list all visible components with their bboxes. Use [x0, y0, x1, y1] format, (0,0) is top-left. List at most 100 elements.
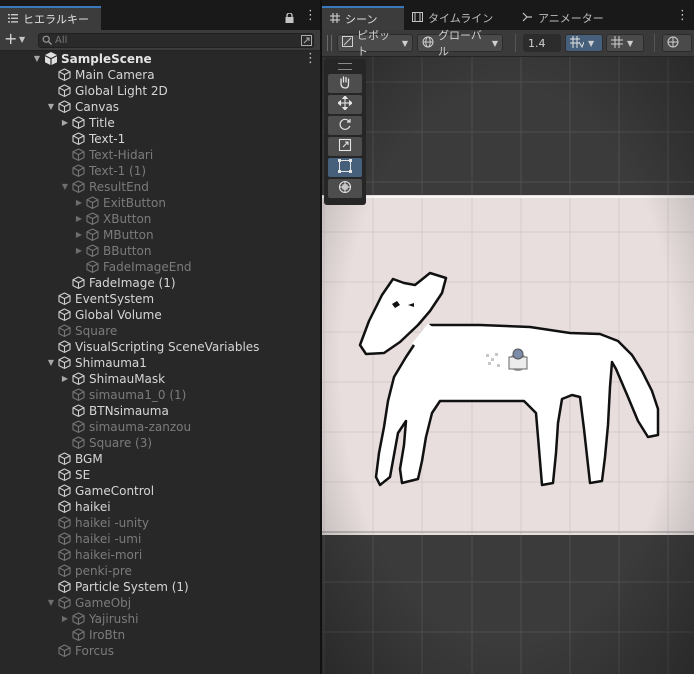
- hierarchy-item[interactable]: ▶ ShimauMask: [0, 371, 320, 387]
- hierarchy-item-label: VisualScripting SceneVariables: [75, 340, 260, 354]
- hierarchy-item[interactable]: BTNsimauma: [0, 403, 320, 419]
- gizmo-dropdown[interactable]: [662, 34, 692, 52]
- expand-arrow-right-icon[interactable]: ▶: [74, 214, 84, 223]
- hand-tool-icon: [338, 75, 352, 92]
- expand-arrow-right-icon[interactable]: ▶: [74, 230, 84, 239]
- hierarchy-menu-icon[interactable]: ⋮: [304, 9, 317, 22]
- hierarchy-item[interactable]: Text-Hidari: [0, 147, 320, 163]
- hierarchy-item[interactable]: ▶ ExitButton: [0, 195, 320, 211]
- hierarchy-item[interactable]: BGM: [0, 451, 320, 467]
- tab-animator[interactable]: アニメーター: [514, 6, 624, 30]
- tab-hierarchy[interactable]: ヒエラルキー: [0, 6, 101, 30]
- hierarchy-item-label: MButton: [103, 228, 154, 242]
- rect-tool-button[interactable]: [328, 158, 362, 177]
- hierarchy-item[interactable]: Global Light 2D: [0, 83, 320, 99]
- scene-viewport[interactable]: [322, 57, 694, 674]
- hierarchy-item-label: FadeImage (1): [89, 276, 176, 290]
- expand-arrow-down-icon[interactable]: ▼: [32, 54, 42, 63]
- hierarchy-item[interactable]: haikei -umi: [0, 531, 320, 547]
- hierarchy-item-label: Shimauma1: [75, 356, 147, 370]
- gameobject-cube-icon: [86, 260, 99, 273]
- hierarchy-item[interactable]: Text-1: [0, 131, 320, 147]
- grid-snap-toggle[interactable]: ▼: [565, 34, 603, 52]
- gameobject-cube-icon: [58, 340, 71, 353]
- rotate-tool-button[interactable]: [328, 116, 362, 135]
- globe-icon: [422, 36, 434, 51]
- hierarchy-item[interactable]: ▶ Yajirushi: [0, 611, 320, 627]
- add-button[interactable]: +: [4, 31, 17, 47]
- scene-menu-icon[interactable]: ⋮: [676, 9, 689, 22]
- gameobject-cube-icon: [72, 164, 85, 177]
- hierarchy-item[interactable]: Particle System (1): [0, 579, 320, 595]
- hierarchy-item[interactable]: ▶ BButton: [0, 243, 320, 259]
- expand-arrow-down-icon[interactable]: ▼: [46, 358, 56, 367]
- hierarchy-item[interactable]: ▼ ResultEnd: [0, 179, 320, 195]
- search-input[interactable]: [55, 34, 295, 47]
- hierarchy-item[interactable]: penki-pre: [0, 563, 320, 579]
- pivot-dropdown[interactable]: ピボット ▼: [337, 29, 413, 58]
- expand-arrow-down-icon[interactable]: ▼: [60, 182, 70, 191]
- expand-arrow-right-icon[interactable]: ▶: [74, 246, 84, 255]
- hierarchy-item[interactable]: Forcus: [0, 643, 320, 659]
- hierarchy-item[interactable]: ▼ Canvas: [0, 99, 320, 115]
- expand-arrow-right-icon[interactable]: ▶: [60, 374, 70, 383]
- hierarchy-item-label: SampleScene: [61, 52, 152, 66]
- hierarchy-item[interactable]: FadeImageEnd: [0, 259, 320, 275]
- hierarchy-item[interactable]: ▶ XButton: [0, 211, 320, 227]
- hierarchy-item[interactable]: haikei-mori: [0, 547, 320, 563]
- scale-tool-button[interactable]: [328, 137, 362, 156]
- scene-search-icon[interactable]: [301, 35, 312, 49]
- hierarchy-item[interactable]: ▼ GameObj: [0, 595, 320, 611]
- grid-visibility-dropdown[interactable]: ▼: [606, 34, 644, 52]
- hierarchy-item-label: haikei: [75, 500, 111, 514]
- hierarchy-item[interactable]: simauma1_0 (1): [0, 387, 320, 403]
- expand-arrow-right-icon[interactable]: ▶: [60, 614, 70, 623]
- add-dropdown-icon[interactable]: ▼: [19, 35, 25, 44]
- lock-icon[interactable]: [285, 12, 294, 26]
- gameobject-cube-icon: [58, 356, 71, 369]
- chevron-down-icon: ▼: [491, 38, 498, 48]
- hierarchy-item[interactable]: FadeImage (1): [0, 275, 320, 291]
- gameobject-cube-icon: [58, 516, 71, 529]
- space-dropdown[interactable]: グローバル ▼: [417, 29, 503, 58]
- hierarchy-item[interactable]: haikei -unity: [0, 515, 320, 531]
- hand-tool-button[interactable]: [328, 74, 362, 93]
- hierarchy-item[interactable]: ▶ MButton: [0, 227, 320, 243]
- transform-tool-button[interactable]: [328, 179, 362, 198]
- hierarchy-item[interactable]: simauma-zanzou: [0, 419, 320, 435]
- expand-arrow-right-icon[interactable]: ▶: [74, 198, 84, 207]
- scene-item-menu-icon[interactable]: ⋮: [304, 52, 317, 65]
- hierarchy-item-label: penki-pre: [75, 564, 132, 578]
- scene-toolbar: ピボット ▼ グローバル ▼ 1.4 ▼ ▼: [322, 29, 694, 58]
- gizmo-icon: [667, 36, 679, 51]
- expand-arrow-down-icon[interactable]: ▼: [46, 598, 56, 607]
- expand-arrow-right-icon[interactable]: ▶: [60, 118, 70, 127]
- hierarchy-item[interactable]: ▼ Shimauma1: [0, 355, 320, 371]
- palette-grip-icon[interactable]: [338, 63, 352, 70]
- hierarchy-item-label: haikei-mori: [75, 548, 143, 562]
- hierarchy-item[interactable]: GameControl: [0, 483, 320, 499]
- hierarchy-item[interactable]: Square: [0, 323, 320, 339]
- hierarchy-item[interactable]: ▶ Title: [0, 115, 320, 131]
- scene-canvas: [322, 57, 694, 674]
- gameobject-cube-icon: [72, 436, 85, 449]
- hierarchy-item[interactable]: Text-1 (1): [0, 163, 320, 179]
- gameobject-cube-icon: [58, 644, 71, 657]
- pivot-icon: [342, 36, 353, 50]
- expand-arrow-down-icon[interactable]: ▼: [46, 102, 56, 111]
- move-tool-button[interactable]: [328, 95, 362, 114]
- hierarchy-item[interactable]: Main Camera: [0, 67, 320, 83]
- hierarchy-item[interactable]: Square (3): [0, 435, 320, 451]
- gameobject-cube-icon: [72, 404, 85, 417]
- snap-value-field[interactable]: 1.4: [523, 34, 561, 52]
- hierarchy-item[interactable]: EventSystem: [0, 291, 320, 307]
- hierarchy-item[interactable]: Global Volume: [0, 307, 320, 323]
- hierarchy-item[interactable]: VisualScripting SceneVariables: [0, 339, 320, 355]
- scene-root-item[interactable]: ▼ SampleScene ⋮: [0, 51, 320, 67]
- hierarchy-item[interactable]: haikei: [0, 499, 320, 515]
- hierarchy-item[interactable]: SE: [0, 467, 320, 483]
- hierarchy-item-label: FadeImageEnd: [103, 260, 192, 274]
- hierarchy-item[interactable]: IroBtn: [0, 627, 320, 643]
- rotate-tool-icon: [338, 117, 352, 134]
- search-box[interactable]: [38, 33, 314, 48]
